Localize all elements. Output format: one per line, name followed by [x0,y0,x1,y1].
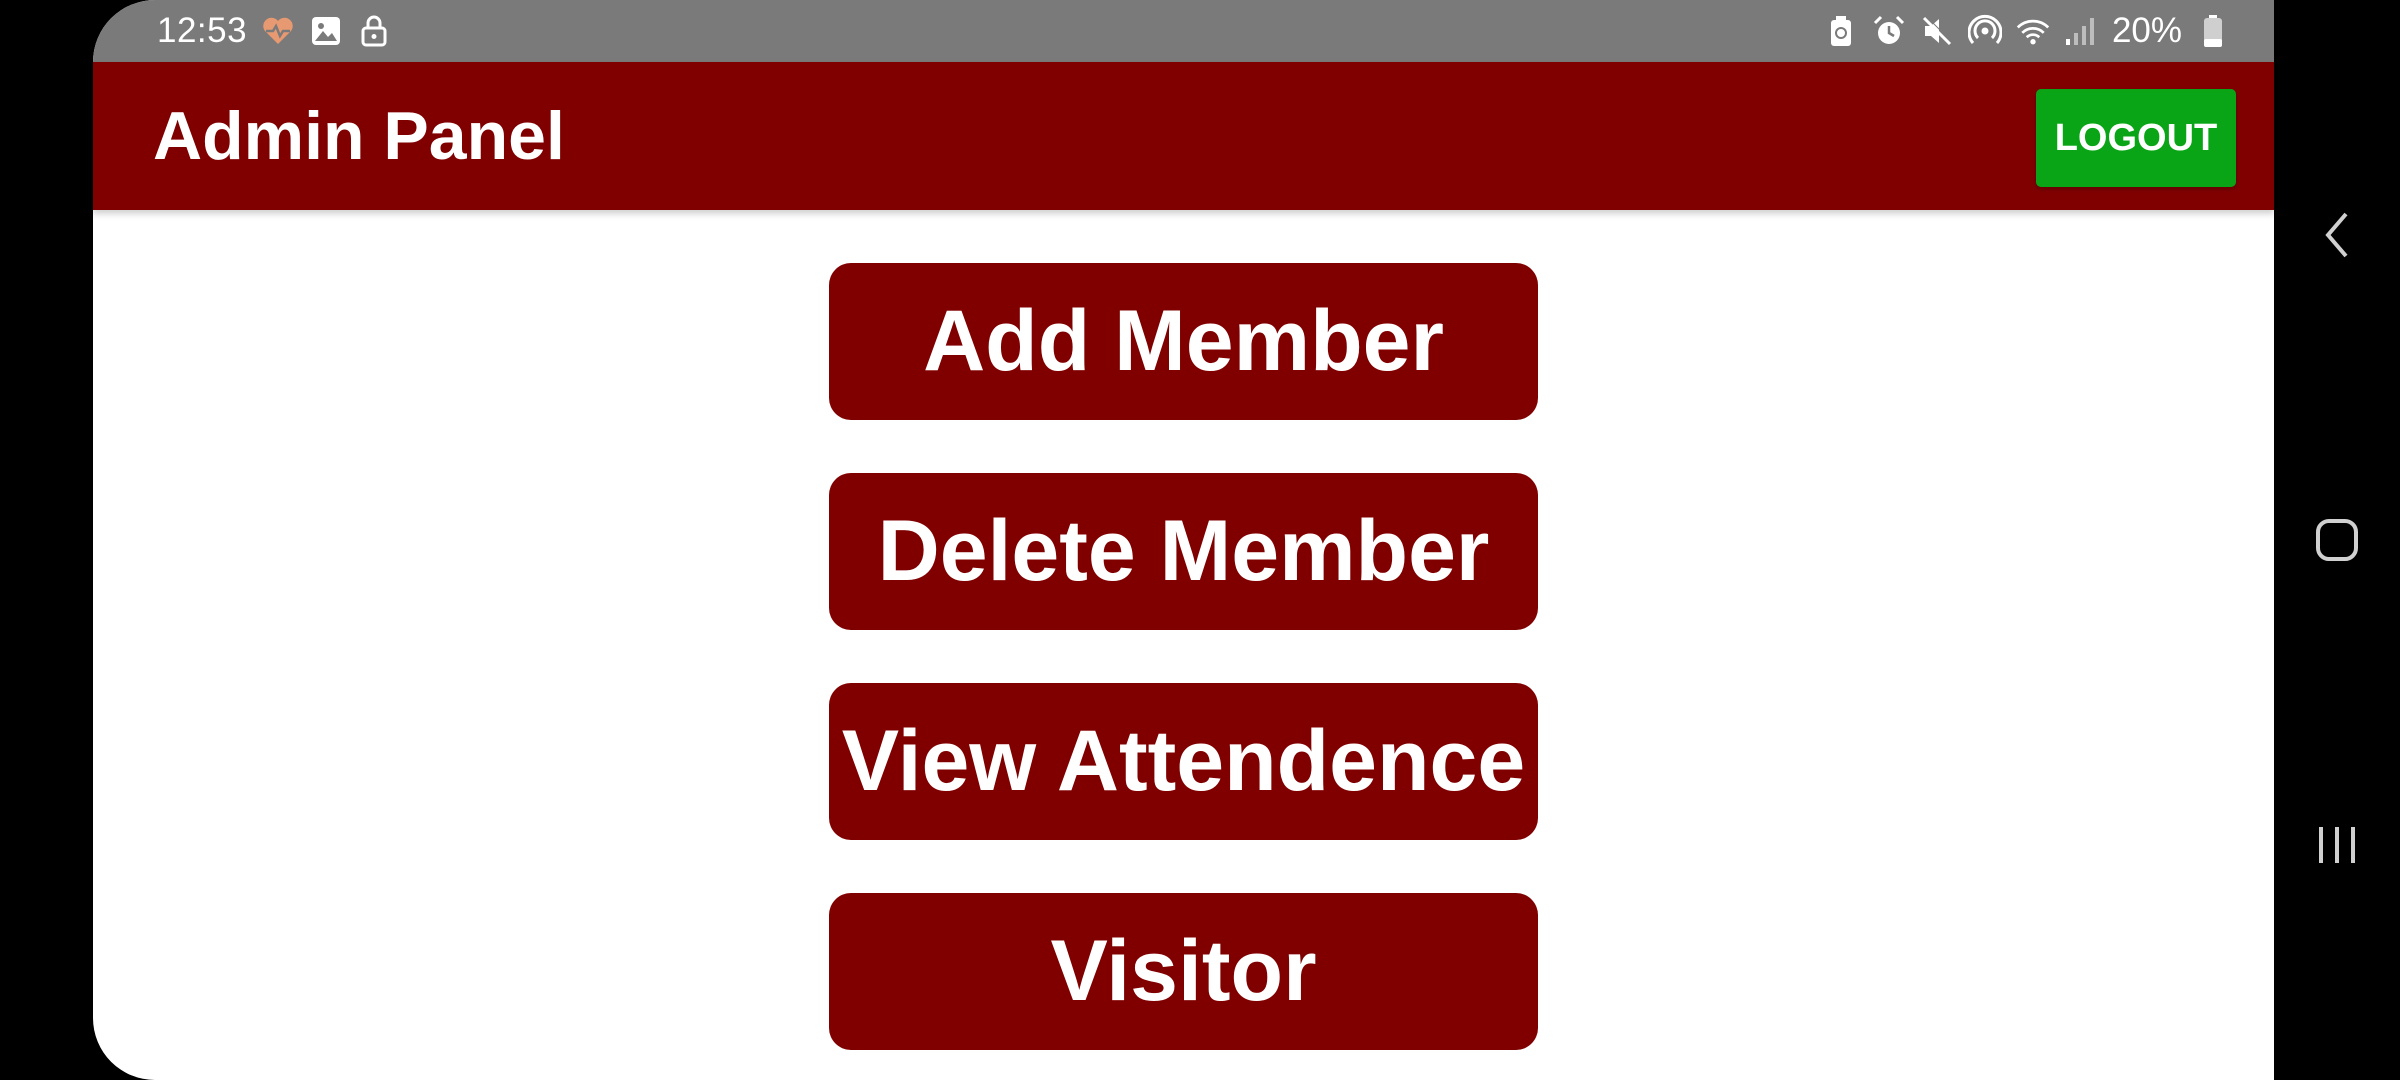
signal-icon [2064,14,2098,48]
status-time: 12:53 [157,11,248,50]
home-icon [2316,519,2358,561]
system-nav-bar [2274,0,2400,1080]
recents-button[interactable] [2274,815,2400,875]
mute-icon [1920,14,1954,48]
view-attendence-button[interactable]: View Attendence [829,683,1538,840]
battery-percent: 20% [2111,11,2182,50]
lock-icon [357,14,391,48]
status-bar: 12:53 20% [93,0,2274,62]
home-button[interactable] [2274,510,2400,570]
alarm-icon [1872,14,1906,48]
image-icon [309,14,343,48]
battery-icon [2196,14,2230,48]
app-bar: Admin Panel LOGOUT [93,62,2274,210]
hotspot-icon [1967,14,2002,48]
back-button[interactable] [2274,205,2400,265]
status-bar-right: 20% [1824,11,2230,51]
battery-saver-icon [1824,14,1858,48]
status-bar-left: 12:53 [157,11,391,51]
page-title: Admin Panel [153,98,565,174]
recents-icon [2319,827,2355,863]
wifi-icon [2016,14,2050,48]
health-icon [261,14,295,48]
app-screen: 12:53 20% Admin Panel LOGOUT Add Member … [93,0,2274,1080]
visitor-button[interactable]: Visitor [829,893,1538,1050]
add-member-button[interactable]: Add Member [829,263,1538,420]
back-icon [2325,212,2348,258]
delete-member-button[interactable]: Delete Member [829,473,1538,630]
logout-button[interactable]: LOGOUT [2036,89,2236,187]
admin-menu: Add Member Delete Member View Attendence… [829,263,1538,1050]
